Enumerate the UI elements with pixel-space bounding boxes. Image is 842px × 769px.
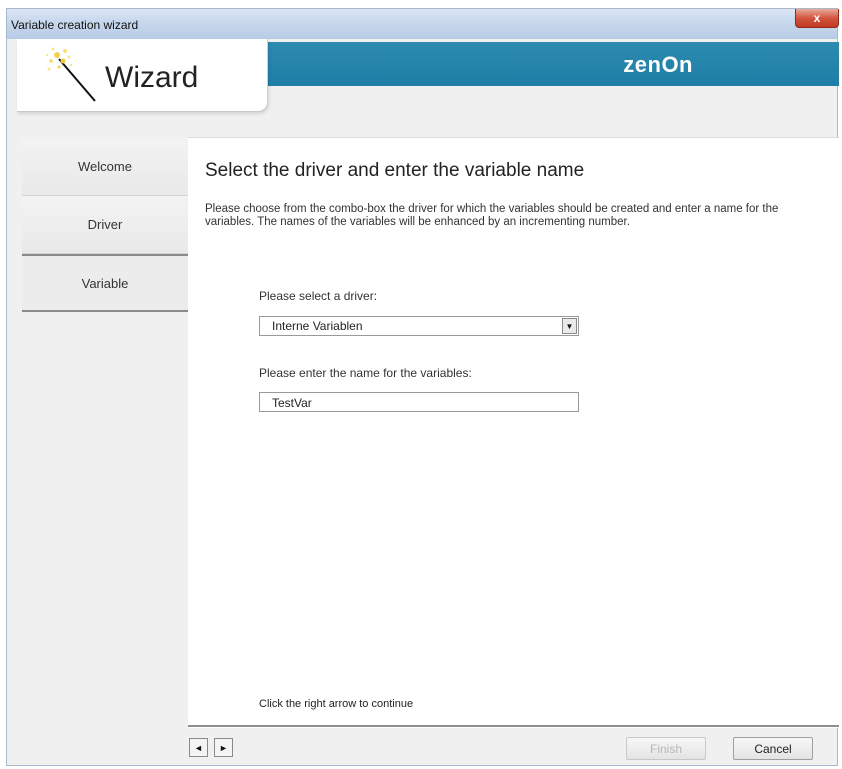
wizard-logo: Wizard [17,39,268,112]
magic-wand-icon [45,47,96,102]
wizard-window: Variable creation wizard x zenOn Wizard … [6,8,839,766]
cancel-button[interactable]: Cancel [733,737,813,760]
driver-label: Please select a driver: [259,289,378,303]
variable-name-input[interactable] [259,392,579,412]
footer-divider [188,725,839,727]
finish-button-label: Finish [649,741,682,756]
wizard-page: Select the driver and enter the variable… [188,137,839,728]
previous-button[interactable]: ◄ [189,738,208,757]
wizard-steps-nav: Welcome Driver Variable [22,138,188,312]
window-title: Variable creation wizard [11,18,139,32]
page-title: Select the driver and enter the variable… [205,160,585,181]
page-description: Please choose from the combo-box the dri… [205,203,779,228]
brand-logo: zenOn [623,52,693,77]
nav-item-label: Variable [81,275,129,291]
variable-name-label: Please enter the name for the variables: [259,366,472,380]
wizard-header: zenOn Wizard [7,39,839,139]
nav-item-welcome[interactable]: Welcome [22,138,188,196]
close-icon: x [813,11,821,25]
dropdown-arrow-icon[interactable]: ▼ [562,318,577,334]
nav-item-label: Welcome [78,159,132,174]
nav-item-variable[interactable]: Variable [22,254,188,312]
nav-item-label: Driver [87,217,123,232]
arrow-left-icon: ◄ [194,742,203,753]
wizard-logo-text: Wizard [105,61,199,94]
nav-item-driver[interactable]: Driver [22,196,188,254]
arrow-right-icon: ► [219,742,228,753]
title-bar[interactable]: Variable creation wizard x [7,9,839,40]
driver-combobox[interactable]: Interne Variablen ▼ [259,316,579,336]
close-button[interactable]: x [795,9,839,28]
brand-band: zenOn [265,42,839,86]
finish-button[interactable]: Finish [626,737,706,760]
cancel-button-label: Cancel [754,741,792,756]
next-button[interactable]: ► [214,738,233,757]
continue-hint: Click the right arrow to continue [259,698,414,710]
driver-selected-value: Interne Variablen [272,319,363,333]
